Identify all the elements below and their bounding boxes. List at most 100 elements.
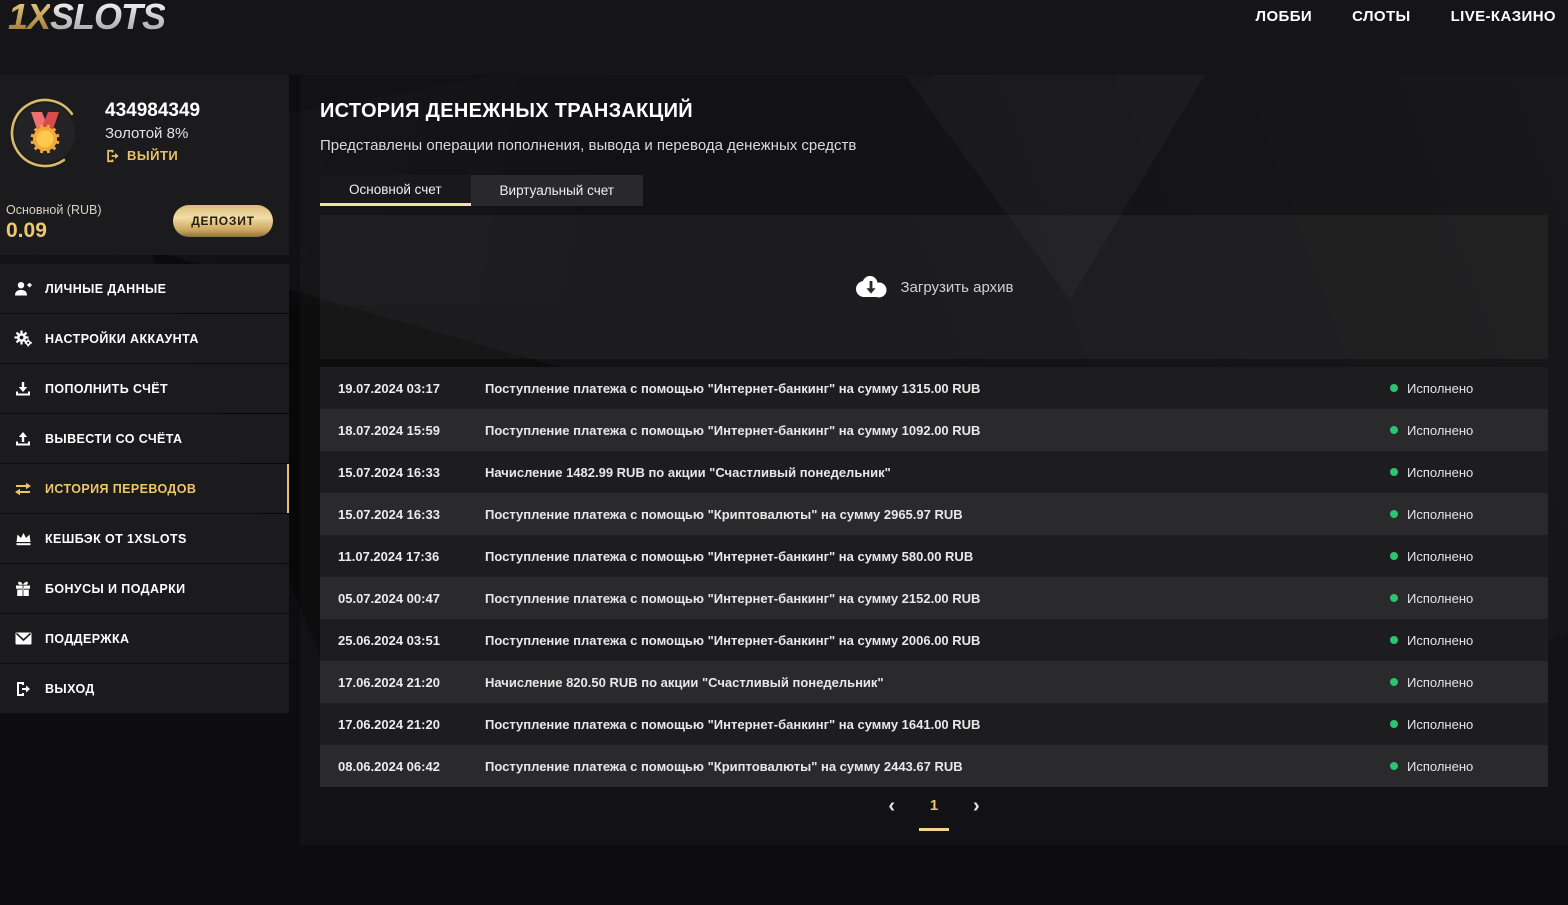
sidebar-item-withdraw[interactable]: ВЫВЕСТИ СО СЧЁТА [0,414,289,463]
archive-panel: Загрузить архив [320,215,1548,359]
pagination-page-1[interactable]: 1 [919,793,949,831]
transaction-date: 17.06.2024 21:20 [338,674,440,690]
deposit-download-icon [10,381,36,397]
status-dot-icon [1390,594,1398,602]
pagination-page-number: 1 [929,797,939,814]
transaction-date: 15.07.2024 16:33 [338,506,440,522]
transaction-date: 18.07.2024 15:59 [338,422,440,438]
logout-link[interactable]: ВЫЙТИ [105,148,178,163]
transaction-status: Исполнено [1390,591,1548,606]
crown-icon [10,531,36,546]
status-label: Исполнено [1407,674,1474,690]
sidebar: 434984349 Золотой 8% ВЫЙТИ Основной (RUB… [0,75,289,714]
transaction-description: Начисление 820.50 RUB по акции "Счастлив… [485,674,884,690]
sidebar-item-label: ЛИЧНЫЕ ДАННЫЕ [45,281,167,296]
status-label: Исполнено [1407,422,1474,438]
sidebar-item-support[interactable]: ПОДДЕРЖКА [0,614,289,663]
table-row: 11.07.2024 17:36 Поступление платежа с п… [320,535,1548,577]
transaction-description: Поступление платежа с помощью "Интернет-… [485,716,981,732]
transactions-table: 19.07.2024 03:17 Поступление платежа с п… [320,367,1548,787]
pagination-prev-icon[interactable]: ‹ [888,793,895,819]
sidebar-item-label: БОНУСЫ И ПОДАРКИ [45,581,186,596]
sidebar-menu: ЛИЧНЫЕ ДАННЫЕ НАСТРОЙКИ АККАУНТА ПОПОЛНИ… [0,264,289,713]
brand-logo[interactable]: 1XSLOTS [8,0,166,38]
tab-virtual-account[interactable]: Виртуальный счет [470,175,643,206]
nav-live-casino[interactable]: LIVE-КАЗИНО [1451,8,1556,25]
sidebar-item-label: ВЫХОД [45,681,95,696]
logout-label: ВЫЙТИ [127,148,179,163]
table-row: 08.06.2024 06:42 Поступление платежа с п… [320,745,1548,787]
status-dot-icon [1390,720,1398,728]
status-label: Исполнено [1407,380,1474,396]
status-dot-icon [1390,762,1398,770]
transaction-description: Поступление платежа с помощью "Криптовал… [485,758,963,774]
transfer-arrows-icon [10,482,36,496]
status-dot-icon [1390,678,1398,686]
top-navigation: ЛОББИ СЛОТЫ LIVE-КАЗИНО [1256,8,1556,25]
gears-icon [10,330,36,347]
status-dot-icon [1390,384,1398,392]
nav-lobby[interactable]: ЛОББИ [1256,8,1313,25]
balance-label: Основной (RUB) [6,203,102,217]
table-row: 25.06.2024 03:51 Поступление платежа с п… [320,619,1548,661]
transaction-date: 25.06.2024 03:51 [338,632,440,648]
sidebar-item-exit[interactable]: ВЫХОД [0,664,289,713]
page-title: ИСТОРИЯ ДЕНЕЖНЫХ ТРАНЗАКЦИЙ [320,100,693,122]
tab-main-account[interactable]: Основной счет [320,175,471,206]
deposit-button[interactable]: ДЕПОЗИТ [173,205,273,237]
sidebar-item-label: НАСТРОЙКИ АККАУНТА [45,331,199,346]
transaction-date: 17.06.2024 21:20 [338,716,440,732]
cloud-download-icon [856,276,887,298]
archive-label: Загрузить архив [900,278,1014,296]
status-label: Исполнено [1407,464,1474,480]
transaction-date: 05.07.2024 00:47 [338,590,440,606]
status-label: Исполнено [1407,758,1474,774]
table-row: 18.07.2024 15:59 Поступление платежа с п… [320,409,1548,451]
download-archive-button[interactable]: Загрузить архив [854,275,1014,299]
logo-part-gold: 1X [8,0,51,37]
avatar [10,98,80,168]
sidebar-item-transfer-history[interactable]: ИСТОРИЯ ПЕРЕВОДОВ [0,464,289,513]
status-label: Исполнено [1407,632,1474,648]
pagination: ‹ 1 › [320,793,1548,837]
transaction-description: Поступление платежа с помощью "Криптовал… [485,506,963,522]
transaction-description: Поступление платежа с помощью "Интернет-… [485,422,981,438]
top-bar: 1XSLOTS ЛОББИ СЛОТЫ LIVE-КАЗИНО [0,0,1568,75]
loyalty-level: Золотой 8% [105,125,189,142]
user-id: 434984349 [105,100,201,121]
pagination-next-icon[interactable]: › [973,793,980,819]
transaction-date: 19.07.2024 03:17 [338,380,440,396]
main-content: ИСТОРИЯ ДЕНЕЖНЫХ ТРАНЗАКЦИЙ Представлены… [300,75,1568,845]
nav-slots[interactable]: СЛОТЫ [1352,8,1411,25]
sidebar-item-deposit[interactable]: ПОПОЛНИТЬ СЧЁТ [0,364,289,413]
sidebar-item-cashback[interactable]: КЕШБЭК ОТ 1XSLOTS [0,514,289,563]
medal-icon [10,98,80,168]
status-label: Исполнено [1407,548,1474,564]
page: 1XSLOTS ЛОББИ СЛОТЫ LIVE-КАЗИНО 43498434… [0,0,1568,905]
page-subtitle: Представлены операции пополнения, вывода… [320,137,857,154]
transaction-description: Поступление платежа с помощью "Интернет-… [485,380,981,396]
transaction-description: Начисление 1482.99 RUB по акции "Счастли… [485,464,891,480]
transaction-status: Исполнено [1390,549,1548,564]
transaction-status: Исполнено [1390,381,1548,396]
transaction-status: Исполнено [1390,633,1548,648]
transaction-status: Исполнено [1390,717,1548,732]
table-row: 15.07.2024 16:33 Начисление 1482.99 RUB … [320,451,1548,493]
status-label: Исполнено [1407,716,1474,732]
table-row: 15.07.2024 16:33 Поступление платежа с п… [320,493,1548,535]
transaction-date: 11.07.2024 17:36 [338,548,440,564]
sidebar-item-account-settings[interactable]: НАСТРОЙКИ АККАУНТА [0,314,289,363]
sidebar-item-label: КЕШБЭК ОТ 1XSLOTS [45,531,187,546]
sidebar-item-label: ИСТОРИЯ ПЕРЕВОДОВ [45,481,197,496]
transaction-status: Исполнено [1390,675,1548,690]
table-row: 17.06.2024 21:20 Начисление 820.50 RUB п… [320,661,1548,703]
transaction-status: Исполнено [1390,465,1548,480]
status-dot-icon [1390,552,1398,560]
sidebar-item-bonuses[interactable]: БОНУСЫ И ПОДАРКИ [0,564,289,613]
logout-icon [10,681,36,697]
transaction-date: 15.07.2024 16:33 [338,464,440,480]
status-dot-icon [1390,510,1398,518]
table-row: 05.07.2024 00:47 Поступление платежа с п… [320,577,1548,619]
sidebar-item-personal-data[interactable]: ЛИЧНЫЕ ДАННЫЕ [0,264,289,313]
envelope-icon [10,632,36,645]
